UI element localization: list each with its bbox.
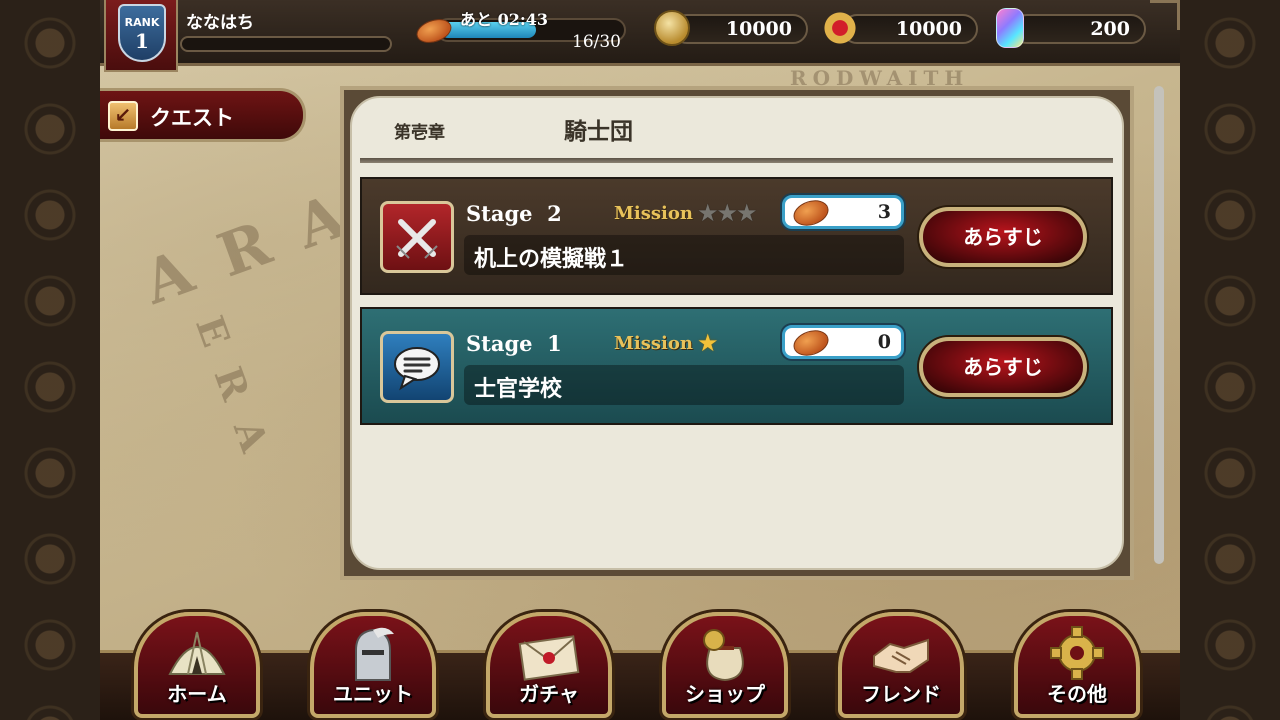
synopsis-button[interactable]: あらすじ <box>919 337 1087 397</box>
mission-stars: ★★★ <box>697 199 758 227</box>
medal-icon <box>822 10 858 46</box>
mission-label: Mission <box>614 333 693 354</box>
bottom-navigation: ホーム ユニット ガチャ ショップ フレンド その他 <box>100 600 1180 720</box>
nav-other-button[interactable]: その他 <box>1014 612 1140 718</box>
player-name: ななはち <box>186 13 254 33</box>
stage-label: Stage 2 <box>466 201 562 226</box>
stage-number: 1 <box>547 331 562 356</box>
tent-icon <box>168 631 226 675</box>
gold-coin-counter[interactable]: 10000 <box>672 14 808 44</box>
left-ornament-column <box>0 0 100 720</box>
sealed-letter-icon <box>518 635 580 681</box>
nav-gacha-label: ガチャ <box>519 682 579 706</box>
stamina-cost-value: 3 <box>877 201 891 223</box>
nav-other-label: その他 <box>1047 682 1107 706</box>
quest-back-tab[interactable]: ↙ クエスト <box>100 88 306 142</box>
bread-stamina-icon <box>790 326 832 360</box>
stamina-cost: 3 <box>782 195 904 230</box>
crossed-swords-icon <box>380 201 454 273</box>
right-ornament-column <box>1180 0 1280 720</box>
crystal-counter[interactable]: 200 <box>1012 14 1146 44</box>
nav-shop-label: ショップ <box>685 682 765 706</box>
gold-coin-value: 10000 <box>725 18 792 40</box>
stage-number: 2 <box>547 201 562 226</box>
nav-shop-button[interactable]: ショップ <box>662 612 788 718</box>
rank-label: RANK <box>124 16 160 29</box>
stamina-cost-value: 0 <box>877 331 891 353</box>
stage-name: 士官学校 <box>474 376 563 402</box>
gear-icon <box>1050 626 1104 680</box>
synopsis-button[interactable]: あらすじ <box>919 207 1087 267</box>
chapter-divider <box>360 158 1113 163</box>
rank-badge[interactable]: RANK 1 <box>104 0 178 72</box>
nav-unit-button[interactable]: ユニット <box>310 612 436 718</box>
rank-value: 1 <box>135 29 149 53</box>
stage-label: Stage 1 <box>466 331 562 356</box>
quest-title: クエスト <box>150 106 234 130</box>
rank-shield-icon: RANK 1 <box>118 4 166 62</box>
crystal-icon <box>996 8 1024 48</box>
speech-bubble-icon <box>380 331 454 403</box>
nav-friend-button[interactable]: フレンド <box>838 612 964 718</box>
stage-name: 机上の模擬戦１ <box>474 246 629 272</box>
stage-card-2[interactable]: Stage 2 Mission ★★★ 3 机上の模擬戦１ あらすじ <box>360 177 1113 295</box>
handshake-icon <box>873 638 929 673</box>
stamina-cost: 0 <box>782 325 904 360</box>
nav-home-button[interactable]: ホーム <box>134 612 260 718</box>
stamina-count: 16/30 <box>572 32 621 52</box>
scrollbar[interactable] <box>1154 86 1164 564</box>
crystal-value: 200 <box>1090 18 1130 40</box>
corner-ornament <box>1150 0 1180 30</box>
mission-label: Mission <box>614 203 693 224</box>
nav-home-label: ホーム <box>167 682 227 706</box>
knight-helmet-icon <box>355 627 394 681</box>
mission-stars: ★ <box>697 329 718 357</box>
nav-friend-label: フレンド <box>861 682 941 706</box>
medal-value: 10000 <box>895 18 962 40</box>
gold-coin-icon <box>654 10 690 46</box>
stage-card-1[interactable]: Stage 1 Mission ★ 0 士官学校 あらすじ <box>360 307 1113 425</box>
nav-unit-label: ユニット <box>333 682 413 706</box>
coin-bag-icon <box>703 629 744 682</box>
chapter-label: 第壱章 <box>394 123 445 143</box>
stamina-timer: あと 02:43 <box>460 10 549 29</box>
medal-counter[interactable]: 10000 <box>842 14 978 44</box>
nav-gacha-button[interactable]: ガチャ <box>486 612 612 718</box>
chapter-name: 騎士団 <box>564 118 633 145</box>
experience-bar <box>180 36 392 52</box>
stamina-gauge: あと 02:43 16/30 <box>413 6 628 56</box>
back-arrow-icon[interactable]: ↙ <box>108 101 138 131</box>
bread-stamina-icon <box>790 196 832 230</box>
